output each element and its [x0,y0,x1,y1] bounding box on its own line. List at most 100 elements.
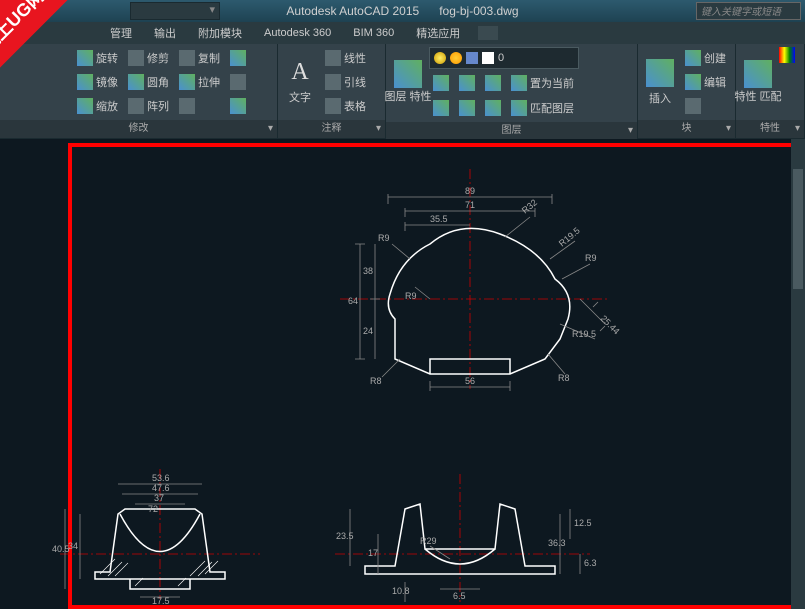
insert-button[interactable]: 插入 [641,47,679,117]
menu-manage[interactable]: 管理 [100,22,142,44]
block-group-label[interactable]: 块 [638,120,735,138]
sun-icon [450,52,462,64]
svg-text:56: 56 [465,376,475,386]
linear-dim-button[interactable]: 线性 [321,47,370,69]
match-props-icon [744,60,772,88]
ribbon-group-modify: 旋转 镜像 缩放 修剪 圆角 阵列 复制 拉伸 修改 [0,44,278,138]
svg-text:6.3: 6.3 [584,558,597,568]
vertical-scrollbar[interactable] [791,139,805,609]
menu-addins[interactable]: 附加模块 [188,22,252,44]
fillet-icon [179,50,195,66]
ribbon-group-props: 特性 匹配 特性 [736,44,805,138]
svg-text:10.8: 10.8 [392,586,410,596]
app-title: Autodesk AutoCAD 2015 [286,4,419,18]
layer-name: 0 [498,52,504,64]
drawing-section-right: 23.5 17 12.5 6.3 36.3 10.8 6.5 R29 [320,474,600,604]
edit-block-button[interactable]: 编辑 [681,71,730,93]
extra-button[interactable] [175,95,224,117]
file-name: fog-bj-003.dwg [439,4,518,18]
menu-featured[interactable]: 精选应用 [406,22,470,44]
svg-text:6.5: 6.5 [453,591,466,601]
ribbon-group-annotate: A 文字 线性 引线 表格 注释 [278,44,386,138]
workspace-dropdown[interactable] [130,2,220,20]
svg-text:17: 17 [368,548,378,558]
ribbon: 旋转 镜像 缩放 修剪 圆角 阵列 复制 拉伸 修改 [0,44,805,139]
svg-text:53.6: 53.6 [152,473,170,483]
layer-tool-6[interactable] [481,97,505,119]
match-layer-button[interactable]: 匹配图层 [507,97,578,119]
menu-bar: 管理 输出 附加模块 Autodesk 360 BIM 360 精选应用 [0,22,805,44]
copy-button[interactable]: 镜像 [73,71,122,93]
svg-text:R8: R8 [558,373,570,383]
svg-text:17.5: 17.5 [152,596,170,604]
svg-text:72: 72 [148,504,158,514]
svg-text:35.5: 35.5 [430,214,448,224]
layer-props-icon [394,60,422,88]
svg-text:R9: R9 [585,253,597,263]
menu-extra-icon[interactable] [478,26,498,40]
svg-text:12.5: 12.5 [574,518,592,528]
lock-icon [466,52,478,64]
mirror-icon [128,74,144,90]
svg-text:40.5: 40.5 [52,544,70,554]
scale-button[interactable]: 阵列 [124,95,173,117]
rotate-icon [77,50,93,66]
array-button[interactable]: 拉伸 [175,71,224,93]
scale-icon [128,98,144,114]
svg-text:25.44: 25.44 [599,313,622,336]
color-picker[interactable] [779,47,795,63]
rotate-button[interactable]: 旋转 [73,47,122,69]
title-bar: Autodesk AutoCAD 2015 fog-bj-003.dwg 键入关… [0,0,805,22]
layer-dropdown[interactable]: 0 [429,47,579,69]
set-current-button[interactable]: 置为当前 [507,72,578,94]
props-group-label[interactable]: 特性 [736,120,804,138]
copy-icon [77,74,93,90]
match-props-button[interactable]: 特性 匹配 [739,47,777,117]
trim-icon [128,50,144,66]
svg-text:71: 71 [465,200,475,210]
layer-props-button[interactable]: 图层 特性 [389,47,427,117]
layer-tool-5[interactable] [455,97,479,119]
text-icon: A [291,59,308,86]
svg-text:R19.5: R19.5 [572,329,596,339]
mod-icon-2[interactable] [226,71,250,93]
table-button[interactable]: 表格 [321,95,370,117]
svg-text:64: 64 [348,296,358,306]
svg-text:R9: R9 [378,233,390,243]
drawing-top-view: 89 71 35.5 64 24 38 56 R32 R19.5 R9 R19.… [300,159,640,399]
leader-button[interactable]: 引线 [321,71,370,93]
stretch-button[interactable]: 缩放 [73,95,122,117]
svg-text:R32: R32 [520,197,539,215]
layer-tool-2[interactable] [455,72,479,94]
color-swatch [482,52,494,64]
annotate-group-label[interactable]: 注释 [278,120,385,138]
layer-tool-1[interactable] [429,72,453,94]
svg-text:38: 38 [363,266,373,276]
svg-text:89: 89 [465,186,475,196]
table-icon [325,98,341,114]
text-button[interactable]: A 文字 [281,47,319,117]
scrollbar-thumb[interactable] [793,169,803,289]
mirror-button[interactable]: 圆角 [124,71,173,93]
drawing-section-left: 53.6 47.6 37 17.5 34 40.5 72 [40,464,280,604]
mod-icon-3[interactable] [226,95,250,117]
block-tool-3[interactable] [681,95,730,117]
layer-tool-3[interactable] [481,72,505,94]
menu-a360[interactable]: Autodesk 360 [254,24,341,42]
drawing-canvas[interactable]: 89 71 35.5 64 24 38 56 R32 R19.5 R9 R19.… [0,139,805,609]
layers-group-label[interactable]: 图层 [386,122,637,140]
array-icon [179,74,195,90]
ribbon-group-layers: 图层 特性 0 置为当前 [386,44,638,138]
trim-button[interactable]: 修剪 [124,47,173,69]
mod-icon-1[interactable] [226,47,250,69]
fillet-button[interactable]: 复制 [175,47,224,69]
menu-output[interactable]: 输出 [144,22,186,44]
svg-text:R29: R29 [420,536,437,546]
insert-icon [646,59,674,87]
modify-group-label[interactable]: 修改 [0,120,277,138]
create-block-button[interactable]: 创建 [681,47,730,69]
help-search-input[interactable]: 键入关键字或短语 [696,2,801,20]
layer-tool-4[interactable] [429,97,453,119]
svg-text:37: 37 [154,493,164,503]
menu-bim360[interactable]: BIM 360 [343,24,404,42]
